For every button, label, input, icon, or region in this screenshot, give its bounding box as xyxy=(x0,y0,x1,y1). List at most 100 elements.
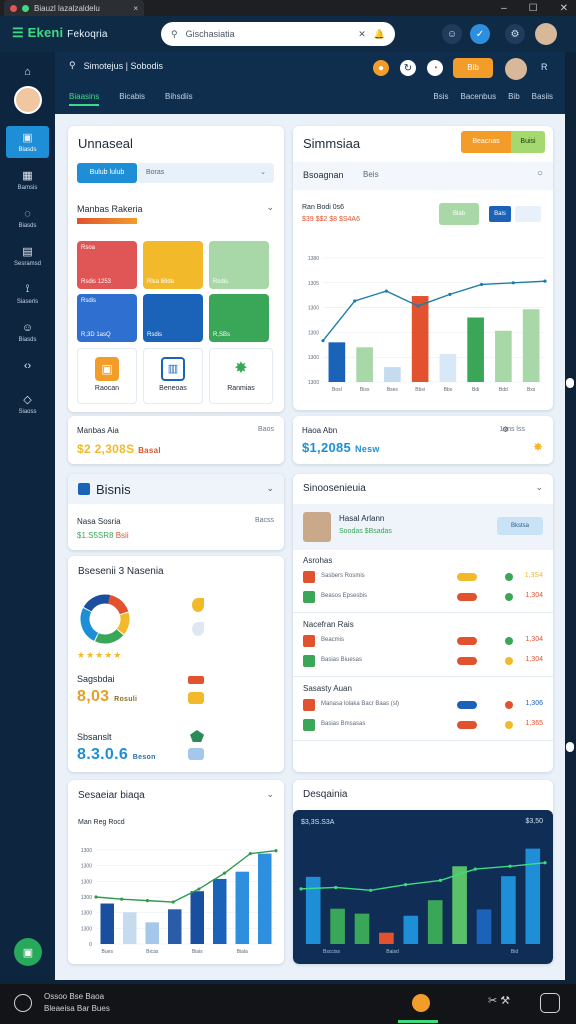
tile-green[interactable]: R,SBs xyxy=(209,294,269,342)
sidebar-item-home[interactable]: ⌂ xyxy=(6,56,49,88)
activity-row[interactable]: Beacmis 1,304 xyxy=(303,634,543,652)
check-icon[interactable]: ✓ xyxy=(470,24,490,44)
profile-avatar[interactable] xyxy=(14,86,42,114)
app-icon[interactable] xyxy=(412,994,430,1012)
toggle-c[interactable] xyxy=(515,206,541,222)
tab-second[interactable]: Bicabis xyxy=(119,92,145,106)
person-row[interactable]: Hasal Arlann Soodas $Bsadas Bkstsa xyxy=(293,504,553,550)
activity-row[interactable]: Basias Biuesas 1,304 xyxy=(303,654,543,672)
tab-active[interactable]: Bulub lulub xyxy=(77,163,137,183)
row-dot xyxy=(505,721,513,729)
rtab-3[interactable]: Bib xyxy=(508,92,520,101)
y-tick-label: 1300 xyxy=(81,848,92,854)
summary-label: Haoa Abn xyxy=(302,426,338,435)
sidebar-item-face[interactable]: ☺ Biasds xyxy=(6,316,49,348)
sidebar-item-tag[interactable]: ◇ Siaoss xyxy=(6,388,49,420)
toggle-b[interactable]: Bais xyxy=(489,206,511,222)
browser-tab[interactable]: Biauzl lazalzaldelu × xyxy=(4,0,144,16)
user-avatar[interactable] xyxy=(535,23,557,45)
tray-icon[interactable] xyxy=(540,993,560,1013)
line-point xyxy=(384,289,389,293)
add-fab-button[interactable]: ▣ xyxy=(14,938,42,966)
chevron-down-icon[interactable]: ⌄ xyxy=(266,202,274,213)
tile-yellow[interactable]: Rlsa lBlda xyxy=(143,241,203,289)
activity-row[interactable]: Sasbers Rosmis 1,3S4 xyxy=(303,570,543,588)
scroll-handle[interactable] xyxy=(566,742,574,752)
trend-card: Sesaeiar biaqa ⌄ 1300 1300 1300 1300 1300 130… xyxy=(68,780,284,964)
row-pill xyxy=(457,701,477,709)
maximize-button[interactable]: ☐ xyxy=(529,3,538,14)
shortcut-card[interactable]: ▣ Raocan xyxy=(77,348,137,404)
bar xyxy=(145,922,159,944)
person-action-button[interactable]: Bkstsa xyxy=(497,517,543,535)
line-point xyxy=(120,897,124,901)
tile-dark-blue[interactable]: Rsdis xyxy=(143,294,203,342)
face-icon[interactable]: ☺ xyxy=(442,24,462,44)
search-icon[interactable]: ⚲ xyxy=(69,60,76,71)
search-input[interactable]: ⚲ Gischasiatia ✕ 🔔 xyxy=(161,22,395,46)
badge-icon: ✸ xyxy=(234,360,248,377)
tile-light-green[interactable]: Rsdis xyxy=(209,241,269,289)
header-avatar[interactable] xyxy=(505,58,527,80)
tab-third[interactable]: Bihsdiis xyxy=(165,92,193,106)
tile-blue[interactable]: Rsdis R,3D 1asQ xyxy=(77,294,137,342)
row-text: Beasos Epsesbis xyxy=(321,593,368,599)
chevron-down-icon[interactable]: ⌄ xyxy=(266,789,274,800)
sidebar-item-chat[interactable]: ◌ Biasds xyxy=(6,202,49,234)
toggle-a[interactable]: Blab xyxy=(439,203,479,225)
sidebar-item-dashboard[interactable]: ▣ Biasds xyxy=(6,126,49,158)
app-logo[interactable]: ☰ Ekeni Fekoqria xyxy=(12,25,108,41)
clock-icon[interactable] xyxy=(14,994,32,1012)
row-icon xyxy=(303,571,315,583)
bisnis-right: Bacss xyxy=(254,517,274,524)
line-point xyxy=(197,887,201,891)
more-icon[interactable]: R xyxy=(541,62,548,72)
close-button[interactable]: ✕ xyxy=(560,3,568,14)
tools-icon[interactable]: ✂ ⚒ xyxy=(488,994,510,1007)
minimize-button[interactable]: – xyxy=(501,3,507,14)
bell-icon[interactable]: 🔔 xyxy=(374,29,385,40)
x-tick-label: Biss xyxy=(360,387,370,393)
shortcut-card[interactable]: ✸ Ranmias xyxy=(209,348,273,404)
sidebar-item-pin[interactable]: ⟟ Siaseris xyxy=(6,278,49,310)
close-dot-icon[interactable] xyxy=(10,4,17,12)
action-button-green[interactable]: Buisi xyxy=(511,131,545,153)
group-title: Sasasty Auan xyxy=(303,684,352,693)
tab-close-icon[interactable]: × xyxy=(133,4,138,13)
shortcut-card[interactable]: ▥ Beneoas xyxy=(143,348,203,404)
tile-red[interactable]: Rsoa Rsdis 1253 xyxy=(77,241,137,289)
line-point xyxy=(299,887,303,891)
group-title: Asrohas xyxy=(303,556,333,565)
info-icon[interactable]: ○ xyxy=(537,168,543,179)
star-icon[interactable]: ✸ xyxy=(533,440,543,454)
filter-select[interactable]: Boras ⌄ xyxy=(138,163,274,183)
activity-row[interactable]: Manasa lolaka Bacr Baas (sl) 1,306 xyxy=(303,698,543,716)
row-dot xyxy=(505,637,513,645)
clear-search-icon[interactable]: ✕ xyxy=(358,29,366,40)
sidebar-item-arrows[interactable]: ‹› xyxy=(6,350,49,382)
tab-overview[interactable]: Biaasins xyxy=(69,92,100,106)
bar xyxy=(235,871,249,944)
notification-icon[interactable]: ● xyxy=(373,60,389,76)
row-value: 1,304 xyxy=(525,656,543,663)
chevron-down-icon[interactable]: ⌄ xyxy=(535,482,543,493)
rtab-4[interactable]: Basiis xyxy=(532,92,553,101)
refresh-icon[interactable]: ↻ xyxy=(400,60,416,76)
sidebar-item-calendar[interactable]: ▦ Bamsis xyxy=(6,164,49,196)
legend-title: Ran Bodi 0s6 xyxy=(302,204,345,211)
scroll-handle[interactable] xyxy=(566,378,574,388)
activity-row[interactable]: Beasos Epsesbis 1,304 xyxy=(303,590,543,608)
header-badge[interactable]: Bib xyxy=(453,58,493,78)
settings-icon[interactable]: ⚙ xyxy=(502,425,509,434)
alert-icon[interactable]: ◔ xyxy=(427,60,443,76)
settings-icon[interactable]: ⚙ xyxy=(505,24,525,44)
sidebar-item-grid[interactable]: ▤ Sesramsd xyxy=(6,240,49,272)
y-tick-label: 1300 xyxy=(308,306,319,312)
activity-row[interactable]: Basias Bmsasas 1,365 xyxy=(303,718,543,736)
rtab-2[interactable]: Bacenbus xyxy=(461,92,497,101)
line-point xyxy=(171,900,175,904)
rtab-1[interactable]: Bsis xyxy=(433,92,448,101)
menu-icon[interactable]: ☰ xyxy=(12,25,24,40)
chevron-down-icon[interactable]: ⌄ xyxy=(266,483,274,494)
action-button-orange[interactable]: Beacnas xyxy=(461,131,511,153)
